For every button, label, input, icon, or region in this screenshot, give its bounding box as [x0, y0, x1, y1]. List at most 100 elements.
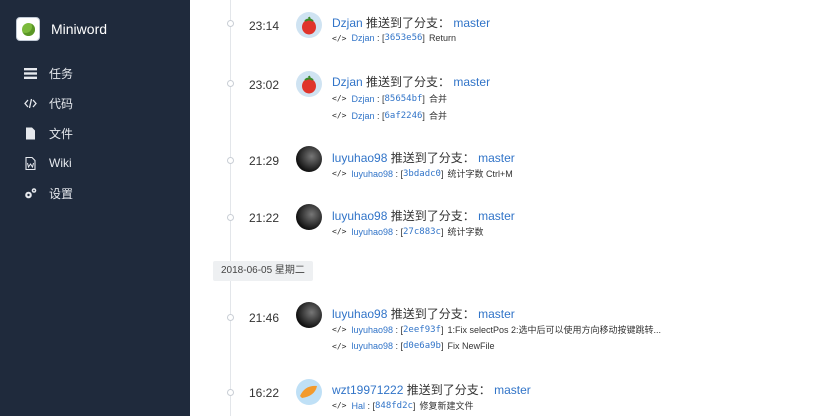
entry-time: 16:22 [249, 386, 280, 400]
branch-link[interactable]: master [478, 209, 515, 223]
commit-sha-link[interactable]: 3bdadc0 [403, 169, 441, 179]
task-list-icon [24, 67, 37, 79]
commit-sha-link[interactable]: 848fd2c [375, 401, 413, 411]
sidebar-item-label: 任务 [49, 66, 74, 81]
pusher-username-link[interactable]: Dzjan [332, 75, 363, 89]
commit-line: </> Hal : [848fd2c] 修复新建文件 [332, 400, 474, 412]
commit-message: 统计字数 [447, 227, 484, 237]
pusher-username-link[interactable]: wzt19971222 [332, 383, 403, 397]
commit-sha-link[interactable]: d0e6a9b [403, 341, 441, 351]
push-headline: luyuhao98 推送到了分支： master [332, 207, 515, 224]
project-header[interactable]: Miniword [0, 0, 190, 58]
activity-timeline: 23:14 Dzjan 推送到了分支： master </> Dzjan : [… [190, 0, 831, 416]
wiki-icon [25, 156, 36, 170]
branch-link[interactable]: master [478, 307, 515, 321]
commit-message: 统计字数 Ctrl+M [447, 169, 513, 179]
pusher-username-link[interactable]: luyuhao98 [332, 151, 387, 165]
entry-time: 23:02 [249, 78, 280, 92]
commit-message: 合并 [428, 94, 447, 104]
orange-avatar[interactable] [296, 379, 322, 405]
commit-author-link[interactable]: luyuhao98 [351, 227, 393, 237]
commit-sha-link[interactable]: 27c883c [403, 227, 441, 237]
sidebar-item-tasks[interactable]: 任务 [0, 58, 190, 88]
app-root: Miniword 任务 代码 文件 Wiki 设置 23:14 Dzjan 推送… [0, 0, 831, 416]
timeline-dot [227, 20, 234, 27]
sidebar-item-label: 文件 [49, 126, 74, 141]
date-separator: 2018-06-05 星期二 [213, 261, 313, 281]
photo-avatar[interactable] [296, 204, 322, 230]
commit-line: </> luyuhao98 : [d0e6a9b] Fix NewFile [332, 341, 495, 351]
code-icon: </> [332, 169, 347, 178]
commit-line: </> luyuhao98 : [2eef93f] 1:Fix selectPo… [332, 324, 661, 336]
commit-author-link[interactable]: luyuhao98 [351, 169, 393, 179]
commit-message: Return [428, 33, 456, 43]
branch-link[interactable]: master [478, 151, 515, 165]
commit-message: 1:Fix selectPos 2:选中后可以使用方向移动按键跳转... [447, 325, 661, 335]
code-icon: </> [332, 94, 347, 103]
code-icon: </> [332, 227, 347, 236]
branch-link[interactable]: master [453, 16, 490, 30]
sidebar-item-wiki[interactable]: Wiki [0, 148, 190, 178]
code-icon: </> [332, 33, 347, 43]
push-headline: luyuhao98 推送到了分支： master [332, 305, 515, 322]
commit-line: </> Dzjan : [85654bf] 合并 [332, 93, 447, 105]
project-name: Miniword [51, 21, 108, 37]
sidebar-item-label: 设置 [49, 186, 74, 201]
photo-avatar[interactable] [296, 302, 322, 328]
sidebar-item-code[interactable]: 代码 [0, 88, 190, 118]
pepper-avatar[interactable] [296, 71, 322, 97]
commit-author-link[interactable]: Dzjan [351, 94, 374, 104]
pusher-username-link[interactable]: Dzjan [332, 16, 363, 30]
commit-message: Fix NewFile [447, 341, 495, 351]
pepper-avatar[interactable] [296, 12, 322, 38]
branch-link[interactable]: master [494, 383, 531, 397]
sidebar-item-files[interactable]: 文件 [0, 118, 190, 148]
commit-line: </> Dzjan : [3653e56] Return [332, 33, 456, 43]
code-icon: </> [332, 341, 347, 351]
timeline-dot [227, 389, 234, 396]
pusher-username-link[interactable]: luyuhao98 [332, 209, 387, 223]
photo-avatar[interactable] [296, 146, 322, 172]
code-icon: </> [332, 401, 347, 410]
sidebar-item-label: 代码 [49, 96, 74, 111]
pusher-username-link[interactable]: luyuhao98 [332, 307, 387, 321]
project-logo [16, 17, 40, 41]
entry-time: 21:46 [249, 311, 280, 325]
branch-link[interactable]: master [453, 75, 490, 89]
timeline-dot [227, 157, 234, 164]
pushed-to-branch-text: 推送到了分支： [366, 16, 451, 30]
commit-sha-link[interactable]: 2eef93f [403, 325, 441, 335]
push-headline: Dzjan 推送到了分支： master [332, 14, 490, 31]
commit-sha-link[interactable]: 3653e56 [384, 33, 422, 43]
sidebar-item-label: Wiki [49, 156, 72, 170]
commit-line: </> luyuhao98 : [3bdadc0] 统计字数 Ctrl+M [332, 168, 513, 180]
push-headline: luyuhao98 推送到了分支： master [332, 149, 515, 166]
commit-message: 合并 [428, 111, 447, 121]
commit-author-link[interactable]: Hal [351, 401, 365, 411]
commit-sha-link[interactable]: 85654bf [384, 94, 422, 104]
commit-line: </> luyuhao98 : [27c883c] 统计字数 [332, 226, 484, 238]
pushed-to-branch-text: 推送到了分支： [390, 151, 475, 165]
push-headline: wzt19971222 推送到了分支： master [332, 381, 531, 398]
sidebar-item-settings[interactable]: 设置 [0, 178, 190, 208]
commit-author-link[interactable]: Dzjan [351, 111, 374, 121]
timeline-line [230, 0, 231, 416]
commit-author-link[interactable]: luyuhao98 [351, 325, 393, 335]
commit-line: </> Dzjan : [6af2246] 合并 [332, 110, 447, 122]
push-headline: Dzjan 推送到了分支： master [332, 73, 490, 90]
commit-author-link[interactable]: Dzjan [351, 33, 374, 43]
timeline-dot [227, 214, 234, 221]
file-icon [26, 127, 35, 139]
pushed-to-branch-text: 推送到了分支： [366, 75, 451, 89]
pushed-to-branch-text: 推送到了分支： [390, 307, 475, 321]
sidebar: Miniword 任务 代码 文件 Wiki 设置 [0, 0, 190, 416]
commit-sha-link[interactable]: 6af2246 [384, 111, 422, 121]
code-icon: </> [332, 111, 347, 120]
timeline-dot [227, 80, 234, 87]
timeline-dot [227, 314, 234, 321]
commit-message: 修复新建文件 [419, 401, 474, 411]
commit-author-link[interactable]: luyuhao98 [351, 341, 393, 351]
entry-time: 21:29 [249, 154, 280, 168]
entry-time: 23:14 [249, 19, 280, 33]
pushed-to-branch-text: 推送到了分支： [390, 209, 475, 223]
